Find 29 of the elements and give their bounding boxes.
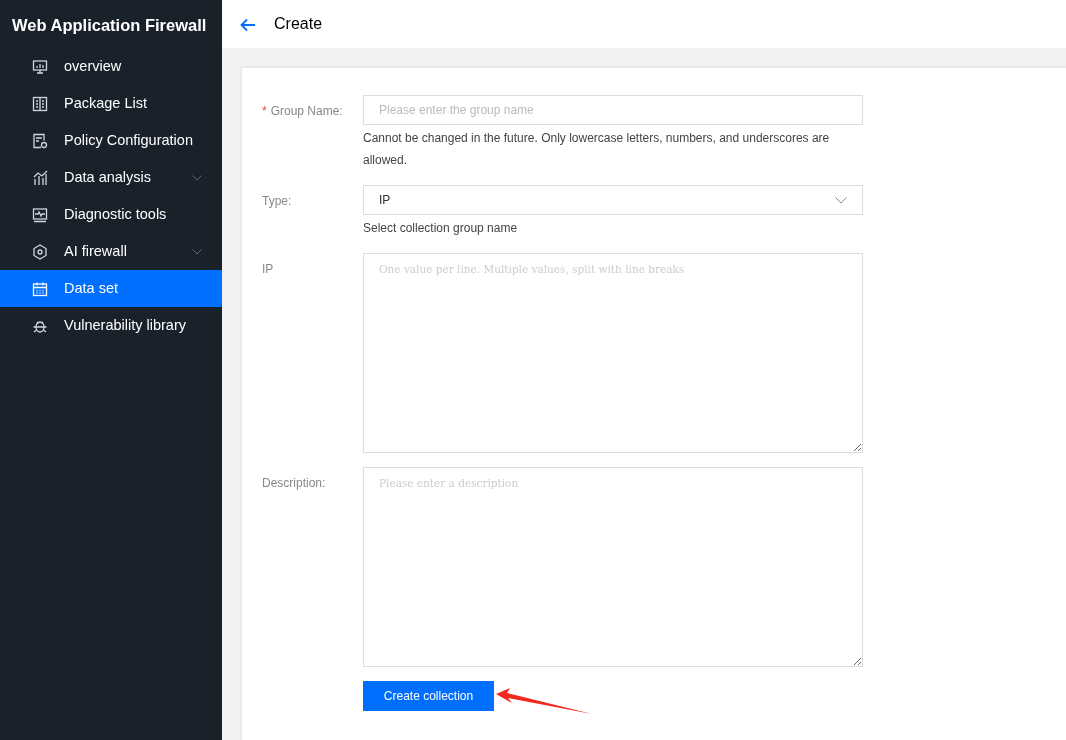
hexagon-icon (32, 243, 48, 260)
document-icon (32, 95, 48, 112)
type-select[interactable]: IP (363, 185, 863, 215)
sidebar-item[interactable]: Diagnostic tools (0, 196, 222, 233)
field-label: Description: (262, 475, 327, 492)
sidebar-item[interactable]: Data analysis (0, 159, 222, 196)
sidebar-item[interactable]: AI firewall (0, 233, 222, 270)
text-input-field[interactable]: Please enter the group name (363, 95, 863, 125)
sidebar-item[interactable]: Policy Configuration (0, 122, 222, 159)
field-label: Type: (262, 193, 293, 210)
sidebar-item[interactable]: Package List (0, 85, 222, 122)
back-arrow-icon (240, 17, 256, 32)
sidebar-item[interactable]: Data set (0, 270, 222, 307)
sidebar-item[interactable]: Vulnerability library (0, 307, 222, 344)
required-asterisk: * (262, 104, 267, 118)
field-label: IP (262, 261, 275, 278)
create-collection-button[interactable]: Create collection (363, 681, 494, 711)
field-label: Group Name: (270, 104, 343, 118)
chevron-down-icon (835, 196, 847, 204)
calendar-icon (32, 280, 48, 297)
document-gear-icon (32, 132, 48, 149)
page-title: Create (274, 14, 323, 34)
sidebar-item[interactable]: overview (0, 48, 222, 85)
app-title: Web Application Firewall (11, 15, 208, 36)
pulse-monitor-icon (32, 206, 48, 223)
help-text: Cannot be changed in the future. Only lowercase letters, numbers, and underscores are allowed. (363, 130, 831, 169)
bar-chart-icon (32, 169, 48, 186)
help-text: Select collection group name (363, 220, 519, 237)
monitor-icon (32, 58, 48, 75)
